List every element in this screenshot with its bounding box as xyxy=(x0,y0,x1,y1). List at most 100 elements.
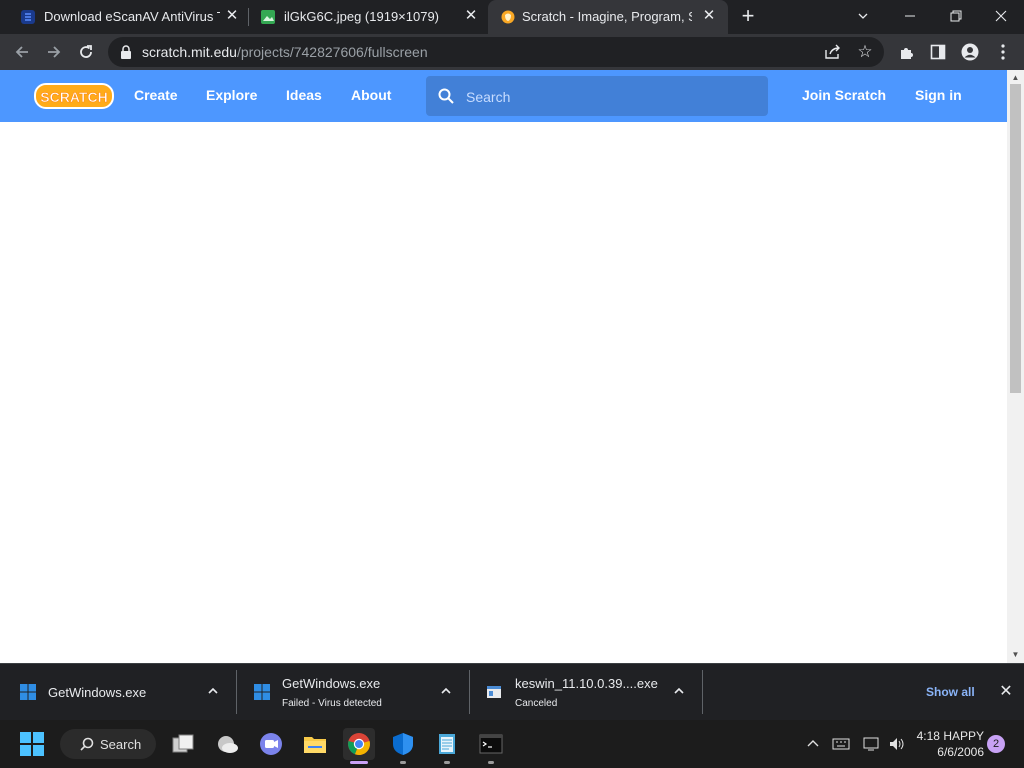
close-tab-icon[interactable]: ✕ xyxy=(462,7,480,25)
nav-ideas-link[interactable]: Ideas xyxy=(286,87,322,103)
download-shelf: GetWindows.exe GetWindows.exe Failed - V… xyxy=(0,663,1024,721)
scratch-navbar: SCRATCH Create Explore Ideas About Join … xyxy=(0,70,1007,122)
weather-cloud-icon xyxy=(218,736,238,753)
close-window-icon[interactable] xyxy=(988,4,1014,28)
chevron-up-icon[interactable] xyxy=(439,684,453,698)
close-tab-icon[interactable]: ✕ xyxy=(223,7,241,25)
new-tab-icon[interactable]: + xyxy=(737,5,759,28)
url-text: scratch.mit.edu/projects/742827606/fulls… xyxy=(142,44,428,60)
search-icon xyxy=(438,88,454,104)
windows-logo-icon xyxy=(20,732,44,756)
chrome-icon xyxy=(348,733,370,756)
scratch-cat-icon xyxy=(501,10,515,24)
forward-icon[interactable] xyxy=(44,42,64,62)
app-running-indicator xyxy=(400,761,406,764)
close-download-shelf-icon[interactable]: ✕ xyxy=(998,684,1014,700)
nav-about-link[interactable]: About xyxy=(351,87,391,103)
taskbar-search[interactable]: Search xyxy=(60,729,156,759)
scrollbar-thumb[interactable] xyxy=(1010,84,1021,393)
widgets-button[interactable] xyxy=(211,728,243,760)
network-icon[interactable] xyxy=(862,734,882,754)
download-filename: keswin_11.10.0.39....exe xyxy=(515,676,658,691)
volume-icon[interactable] xyxy=(887,734,907,754)
chevron-up-icon[interactable] xyxy=(672,684,686,698)
windows-file-icon xyxy=(254,684,270,700)
browser-toolbar: scratch.mit.edu/projects/742827606/fulls… xyxy=(0,34,1024,70)
chrome-active-indicator xyxy=(350,761,368,764)
share-icon[interactable] xyxy=(824,44,842,60)
tab-title: ilGkG6C.jpeg (1919×1079) xyxy=(284,9,440,24)
nav-explore-link[interactable]: Explore xyxy=(206,87,257,103)
clock-date: 6/6/2006 xyxy=(937,745,984,759)
minimize-icon[interactable] xyxy=(897,4,923,28)
clock-time: 4:18 HAPPY xyxy=(916,729,984,743)
taskbar-clock[interactable]: 4:18 HAPPY 6/6/2006 xyxy=(914,728,984,760)
project-fullscreen-area[interactable] xyxy=(0,122,1007,663)
download-item[interactable]: GetWindows.exe xyxy=(0,664,236,721)
back-icon[interactable] xyxy=(12,42,32,62)
chrome-menu-icon[interactable] xyxy=(993,42,1013,62)
scratch-search-input[interactable] xyxy=(464,84,758,110)
side-panel-icon[interactable] xyxy=(928,42,948,62)
task-view-button[interactable] xyxy=(167,728,199,760)
tab-title: Scratch - Imagine, Program, Shar xyxy=(522,9,692,24)
taskbar-search-label: Search xyxy=(100,737,142,752)
extensions-icon[interactable] xyxy=(897,42,917,62)
download-divider xyxy=(702,670,703,714)
chrome-taskbar-button[interactable] xyxy=(343,728,375,760)
escan-icon xyxy=(21,10,35,24)
teams-chat-button[interactable] xyxy=(255,728,287,760)
download-status: Failed - Virus detected xyxy=(282,698,382,709)
notification-badge[interactable]: 2 xyxy=(987,735,1005,753)
start-button[interactable] xyxy=(16,728,48,760)
chat-icon xyxy=(260,733,282,755)
download-status: Canceled xyxy=(515,698,558,709)
chevron-up-icon[interactable] xyxy=(206,684,220,698)
join-scratch-link[interactable]: Join Scratch xyxy=(802,87,886,103)
keyboard-icon[interactable] xyxy=(831,734,851,754)
defender-button[interactable] xyxy=(387,728,419,760)
restore-icon[interactable] xyxy=(943,4,969,28)
shield-icon xyxy=(393,733,413,755)
scroll-down-arrow-icon[interactable]: ▼ xyxy=(1011,650,1020,659)
bookmark-star-icon[interactable]: ☆ xyxy=(856,43,874,61)
download-filename: GetWindows.exe xyxy=(282,676,381,691)
nav-create-link[interactable]: Create xyxy=(134,87,178,103)
scratch-search-box[interactable] xyxy=(426,76,768,116)
file-explorer-button[interactable] xyxy=(299,728,331,760)
show-hidden-icons-chevron-icon[interactable] xyxy=(803,734,823,754)
notepad-icon xyxy=(439,734,455,754)
profile-avatar-icon[interactable] xyxy=(960,42,980,62)
address-bar[interactable]: scratch.mit.edu/projects/742827606/fulls… xyxy=(108,37,884,67)
lock-icon[interactable] xyxy=(120,45,132,59)
browser-tab-strip: Download eScanAV AntiVirus Too ✕ ilGkG6C… xyxy=(0,0,1024,34)
close-tab-icon[interactable]: ✕ xyxy=(700,7,718,25)
download-filename: GetWindows.exe xyxy=(48,685,147,700)
image-file-icon xyxy=(261,10,275,24)
windows-file-icon xyxy=(20,684,36,700)
executable-file-icon xyxy=(487,686,501,698)
task-view-icon xyxy=(172,734,194,753)
tab-search-chevron-icon[interactable] xyxy=(850,4,876,28)
reload-icon[interactable] xyxy=(76,42,96,62)
folder-icon xyxy=(304,737,326,753)
terminal-button[interactable] xyxy=(475,728,507,760)
tab-escan[interactable]: Download eScanAV AntiVirus Too ✕ xyxy=(0,0,248,34)
scratch-logo[interactable]: SCRATCH xyxy=(34,82,114,110)
tab-image[interactable]: ilGkG6C.jpeg (1919×1079) ✕ xyxy=(248,0,488,34)
app-running-indicator xyxy=(488,761,494,764)
page-scrollbar[interactable]: ▲ ▼ xyxy=(1007,70,1024,663)
search-icon xyxy=(80,737,94,751)
tab-title: Download eScanAV AntiVirus Too xyxy=(44,9,220,24)
notepad-button[interactable] xyxy=(431,728,463,760)
show-all-downloads-button[interactable]: Show all xyxy=(926,685,975,699)
scroll-up-arrow-icon[interactable]: ▲ xyxy=(1011,73,1020,82)
terminal-icon xyxy=(479,734,503,754)
sign-in-link[interactable]: Sign in xyxy=(915,87,962,103)
download-item[interactable]: GetWindows.exe Failed - Virus detected xyxy=(236,664,469,721)
tab-scratch[interactable]: Scratch - Imagine, Program, Shar ✕ xyxy=(488,0,728,34)
app-running-indicator xyxy=(444,761,450,764)
scratch-logo-text: SCRATCH xyxy=(40,89,107,105)
url-host: scratch.mit.edu xyxy=(142,44,237,60)
download-item[interactable]: keswin_11.10.0.39....exe Canceled xyxy=(469,664,702,721)
